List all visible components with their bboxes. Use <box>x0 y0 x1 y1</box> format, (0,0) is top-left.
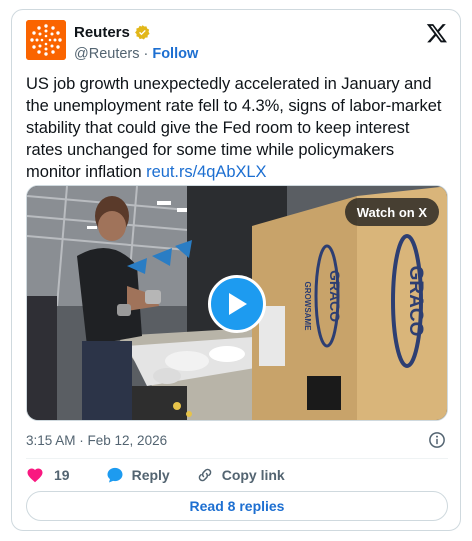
reply-label: Reply <box>131 467 170 483</box>
account-handle[interactable]: @Reuters <box>74 46 140 62</box>
tweet-link[interactable]: reut.rs/4qAbXLX <box>146 163 266 181</box>
tweet-header: Reuters @Reuters · Follow <box>26 20 448 64</box>
video-media[interactable]: GRACO GRACO GROWSAME Watch on X <box>26 185 448 421</box>
separator-dot: · <box>143 46 149 62</box>
reply-button[interactable]: Reply <box>106 466 170 484</box>
tweet-text: US job growth unexpectedly accelerated i… <box>26 73 450 183</box>
tweet-actions: 19 Reply Copy link <box>26 464 285 486</box>
tweet-timestamp[interactable]: 3:15 AM · Feb 12, 2026 <box>26 433 167 448</box>
link-icon <box>196 466 214 484</box>
reuters-logo-icon <box>26 20 66 60</box>
watch-on-x-button[interactable]: Watch on X <box>344 198 439 226</box>
like-button[interactable]: 19 <box>26 466 70 484</box>
like-count: 19 <box>54 467 70 483</box>
verified-badge-icon <box>134 24 151 41</box>
copy-link-button[interactable]: Copy link <box>196 466 285 484</box>
follow-button[interactable]: Follow <box>152 46 198 62</box>
box-subbrand-text: GROWSAME <box>303 282 312 332</box>
tweet-meta: 3:15 AM · Feb 12, 2026 <box>26 431 448 449</box>
tweet-card: Reuters @Reuters · Follow US job growth … <box>11 9 461 531</box>
box-brand-text: GRACO <box>327 270 343 322</box>
info-icon[interactable] <box>428 431 446 449</box>
divider <box>26 458 448 459</box>
reply-bubble-icon <box>106 466 124 484</box>
avatar[interactable] <box>26 20 66 60</box>
account-info: Reuters @Reuters · Follow <box>74 23 198 63</box>
read-replies-button[interactable]: Read 8 replies <box>26 491 448 521</box>
x-logo-icon[interactable] <box>426 22 448 44</box>
heart-icon <box>26 466 44 484</box>
copy-link-label: Copy link <box>221 467 285 483</box>
box-brand-text-2: GRACO <box>405 266 426 337</box>
display-name[interactable]: Reuters <box>74 24 130 41</box>
play-icon[interactable] <box>208 275 266 333</box>
